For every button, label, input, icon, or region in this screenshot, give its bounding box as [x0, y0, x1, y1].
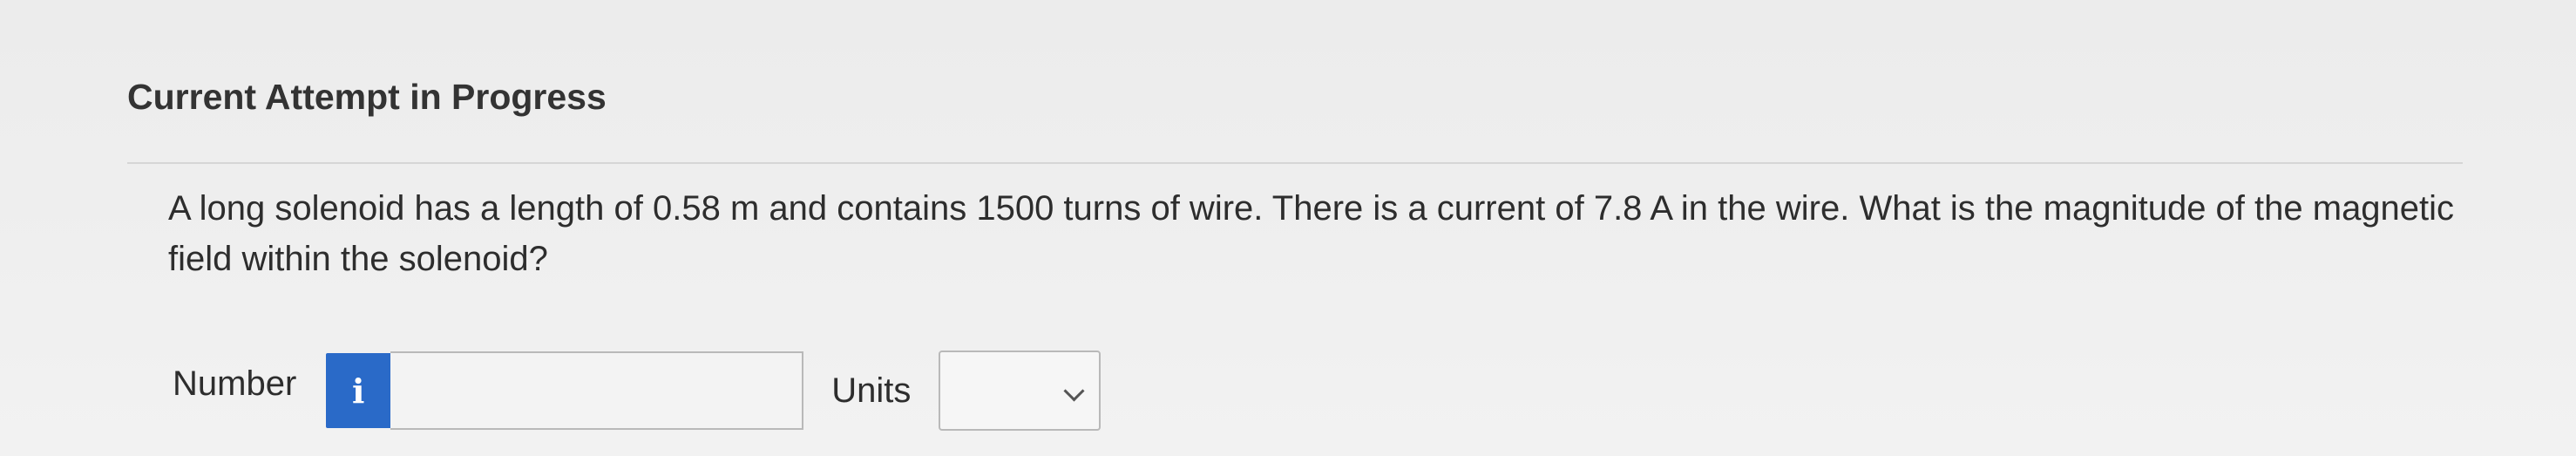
- question-text: A long solenoid has a length of 0.58 m a…: [168, 189, 2455, 278]
- chevron-down-icon: [1063, 380, 1085, 402]
- number-input[interactable]: [390, 351, 804, 430]
- page-title: Current Attempt in Progress: [127, 77, 607, 117]
- answer-row: Number i Units: [173, 351, 1102, 431]
- info-icon[interactable]: i: [326, 353, 391, 428]
- number-label: Number: [173, 364, 297, 403]
- units-dropdown[interactable]: [939, 351, 1102, 431]
- units-label: Units: [831, 371, 912, 410]
- section-divider: [127, 162, 2463, 164]
